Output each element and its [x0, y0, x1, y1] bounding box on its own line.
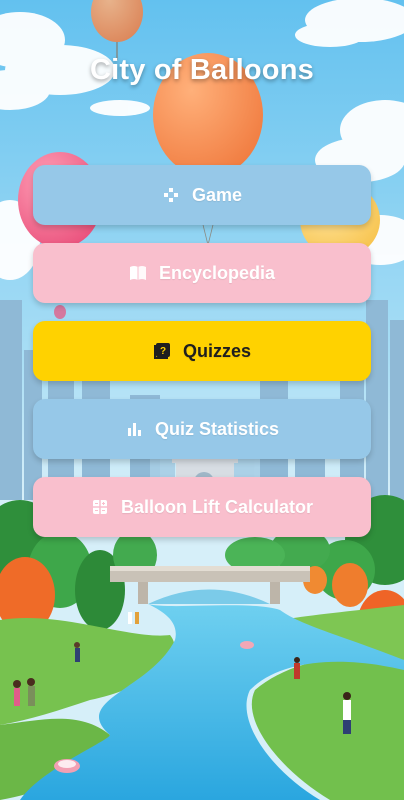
quiz-icon: ? — [153, 342, 171, 360]
calculator-icon — [91, 498, 109, 516]
quiz-statistics-button[interactable]: Quiz Statistics — [33, 399, 371, 459]
gamepad-icon — [162, 186, 180, 204]
quizzes-button-label: Quizzes — [182, 340, 252, 361]
game-button[interactable]: Game — [33, 165, 371, 225]
game-button-label: Game — [191, 184, 243, 205]
balloon-lift-calculator-button[interactable]: Balloon Lift Calculator — [33, 477, 371, 537]
book-icon — [129, 264, 147, 282]
svg-text:?: ? — [160, 346, 166, 357]
quiz-statistics-button-label: Quiz Statistics — [154, 418, 280, 439]
encyclopedia-button[interactable]: Encyclopedia — [33, 243, 371, 303]
quizzes-button[interactable]: ? Quizzes — [33, 321, 371, 381]
main-screen: City of Balloons Game Encyclopedia ? Qui… — [0, 0, 404, 800]
app-title: City of Balloons — [90, 54, 314, 86]
balloon-lift-calculator-button-label: Balloon Lift Calculator — [120, 496, 313, 517]
bar-chart-icon — [125, 420, 143, 438]
encyclopedia-button-label: Encyclopedia — [158, 262, 276, 283]
